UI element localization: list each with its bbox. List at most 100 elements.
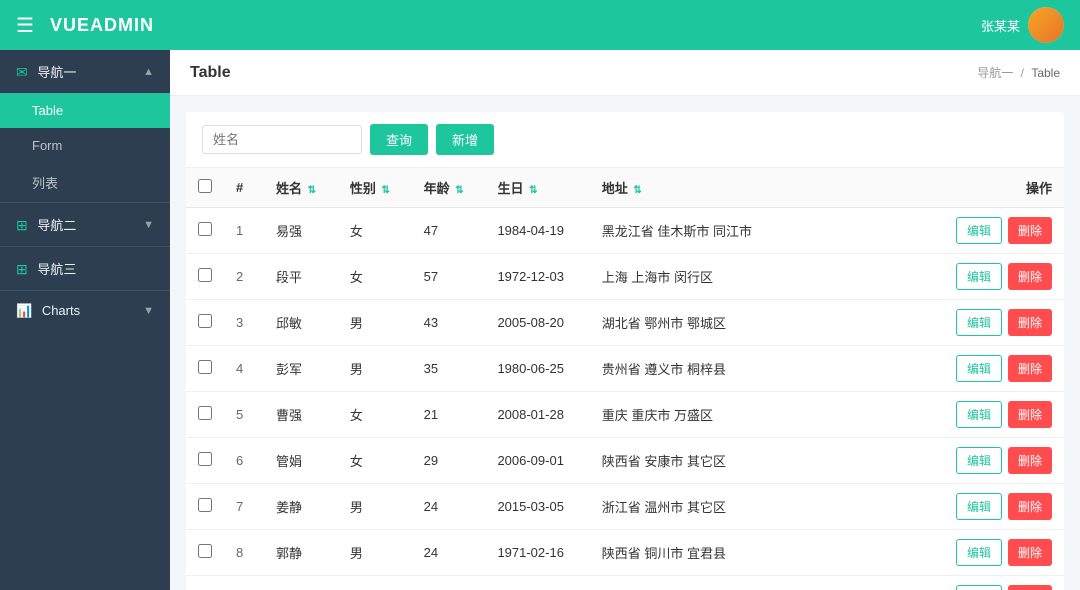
sidebar-group-nav1: ✉ 导航一 ▲ Table Form 列表 xyxy=(0,50,170,202)
table-row: 3 邱敏 男 43 2005-08-20 湖北省 鄂州市 鄂城区 编辑 删除 xyxy=(186,300,1064,346)
row-gender: 女 xyxy=(338,392,412,438)
table-row: 8 郭静 男 24 1971-02-16 陕西省 铜川市 宜君县 编辑 删除 xyxy=(186,530,1064,576)
sidebar-group-charts: 📊 Charts ▼ xyxy=(0,291,170,331)
sidebar-group-nav2: ⊞ 导航二 ▼ xyxy=(0,203,170,246)
row-id: 2 xyxy=(224,254,264,300)
header-name[interactable]: 姓名 ⇅ xyxy=(264,168,338,208)
row-name: 曹强 xyxy=(264,392,338,438)
sidebar-group-header-charts[interactable]: 📊 Charts ▼ xyxy=(0,291,170,331)
search-input[interactable] xyxy=(202,125,362,154)
row-birthday: 1971-02-16 xyxy=(485,530,589,576)
page-title: Table xyxy=(190,64,231,82)
delete-button[interactable]: 删除 xyxy=(1008,493,1052,520)
user-name: 张某某 xyxy=(981,16,1020,35)
sidebar-group-header-nav1[interactable]: ✉ 导航一 ▲ xyxy=(0,50,170,93)
row-id: 3 xyxy=(224,300,264,346)
row-birthday: 2015-03-05 xyxy=(485,484,589,530)
row-birthday: 2008-01-28 xyxy=(485,392,589,438)
row-age: 24 xyxy=(412,530,486,576)
delete-button[interactable]: 删除 xyxy=(1008,263,1052,290)
sidebar-group-header-nav2[interactable]: ⊞ 导航二 ▼ xyxy=(0,203,170,246)
row-id: 9 xyxy=(224,576,264,590)
charts-label: Charts xyxy=(42,303,80,318)
row-gender: 女 xyxy=(338,208,412,254)
row-address: 贵州省 遵义市 桐梓县 xyxy=(590,346,926,392)
sidebar-item-form[interactable]: Form xyxy=(0,128,170,163)
row-checkbox[interactable] xyxy=(198,268,212,282)
row-address: 浙江省 温州市 其它区 xyxy=(590,484,926,530)
sidebar-group-nav3: ⊞ 导航三 xyxy=(0,247,170,290)
row-name: 管娟 xyxy=(264,438,338,484)
delete-button[interactable]: 删除 xyxy=(1008,447,1052,474)
delete-button[interactable]: 删除 xyxy=(1008,217,1052,244)
sidebar-group-header-nav3[interactable]: ⊞ 导航三 xyxy=(0,247,170,290)
row-birthday: 1984-04-19 xyxy=(485,208,589,254)
edit-button[interactable]: 编辑 xyxy=(956,447,1002,474)
avatar[interactable] xyxy=(1028,7,1064,43)
table-row: 2 段平 女 57 1972-12-03 上海 上海市 闵行区 编辑 删除 xyxy=(186,254,1064,300)
edit-button[interactable]: 编辑 xyxy=(956,263,1002,290)
main-layout: ✉ 导航一 ▲ Table Form 列表 ⊞ 导航二 ▼ xyxy=(0,50,1080,590)
header-age[interactable]: 年龄 ⇅ xyxy=(412,168,486,208)
header-address[interactable]: 地址 ⇅ xyxy=(590,168,926,208)
delete-button[interactable]: 删除 xyxy=(1008,401,1052,428)
row-actions: 编辑 删除 xyxy=(926,438,1064,484)
delete-button[interactable]: 删除 xyxy=(1008,355,1052,382)
row-checkbox[interactable] xyxy=(198,544,212,558)
sidebar-item-table[interactable]: Table xyxy=(0,93,170,128)
row-age: 57 xyxy=(412,254,486,300)
row-age: 21 xyxy=(412,392,486,438)
data-table-container: # 姓名 ⇅ 性别 ⇅ 年龄 ⇅ 生日 ⇅ 地址 ⇅ 操作 1 易强 女 xyxy=(186,168,1064,590)
header-gender[interactable]: 性别 ⇅ xyxy=(338,168,412,208)
edit-button[interactable]: 编辑 xyxy=(956,217,1002,244)
row-id: 6 xyxy=(224,438,264,484)
charts-icon: 📊 xyxy=(16,303,32,318)
hamburger-icon[interactable]: ☰ xyxy=(16,13,34,38)
top-header: ☰ VUEADMIN 张某某 xyxy=(0,0,1080,50)
header-birthday[interactable]: 生日 ⇅ xyxy=(485,168,589,208)
edit-button[interactable]: 编辑 xyxy=(956,355,1002,382)
add-button[interactable]: 新增 xyxy=(436,124,494,155)
row-birthday: 1980-06-25 xyxy=(485,346,589,392)
header-checkbox-cell xyxy=(186,168,224,208)
sidebar-item-list[interactable]: 列表 xyxy=(0,163,170,202)
toolbar: 查询 新增 xyxy=(186,112,1064,168)
delete-button[interactable]: 删除 xyxy=(1008,309,1052,336)
row-checkbox[interactable] xyxy=(198,360,212,374)
nav2-label: 导航二 xyxy=(37,218,76,233)
row-gender: 女 xyxy=(338,254,412,300)
query-button[interactable]: 查询 xyxy=(370,124,428,155)
row-name: 邱敏 xyxy=(264,300,338,346)
row-checkbox[interactable] xyxy=(198,314,212,328)
nav2-arrow-icon: ▼ xyxy=(143,219,154,231)
delete-button[interactable]: 删除 xyxy=(1008,539,1052,566)
select-all-checkbox[interactable] xyxy=(198,179,212,193)
row-checkbox-cell xyxy=(186,484,224,530)
edit-button[interactable]: 编辑 xyxy=(956,309,1002,336)
row-gender: 男 xyxy=(338,300,412,346)
row-age: 35 xyxy=(412,346,486,392)
header-right: 张某某 xyxy=(981,7,1064,43)
edit-button[interactable]: 编辑 xyxy=(956,585,1002,590)
delete-button[interactable]: 删除 xyxy=(1008,585,1052,590)
edit-button[interactable]: 编辑 xyxy=(956,539,1002,566)
row-birthday: 2006-09-01 xyxy=(485,438,589,484)
breadcrumb-bar: Table 导航一 / Table xyxy=(170,50,1080,96)
row-address: 湖北省 鄂州市 鄂城区 xyxy=(590,300,926,346)
row-birthday: 1979-08-28 xyxy=(485,576,589,590)
nav1-icon: ✉ xyxy=(16,64,28,80)
edit-button[interactable]: 编辑 xyxy=(956,493,1002,520)
row-age: 29 xyxy=(412,438,486,484)
charts-arrow-icon: ▼ xyxy=(143,305,154,317)
header-actions: 操作 xyxy=(926,168,1064,208)
edit-button[interactable]: 编辑 xyxy=(956,401,1002,428)
row-age: 43 xyxy=(412,300,486,346)
row-checkbox[interactable] xyxy=(198,406,212,420)
breadcrumb-separator: / xyxy=(1021,66,1028,80)
row-checkbox[interactable] xyxy=(198,498,212,512)
content-area: Table 导航一 / Table 查询 新增 xyxy=(170,50,1080,590)
content-panel: 查询 新增 # 姓名 ⇅ 性别 ⇅ 年龄 ⇅ xyxy=(170,96,1080,590)
row-checkbox[interactable] xyxy=(198,222,212,236)
row-checkbox[interactable] xyxy=(198,452,212,466)
nav3-icon: ⊞ xyxy=(16,261,28,277)
